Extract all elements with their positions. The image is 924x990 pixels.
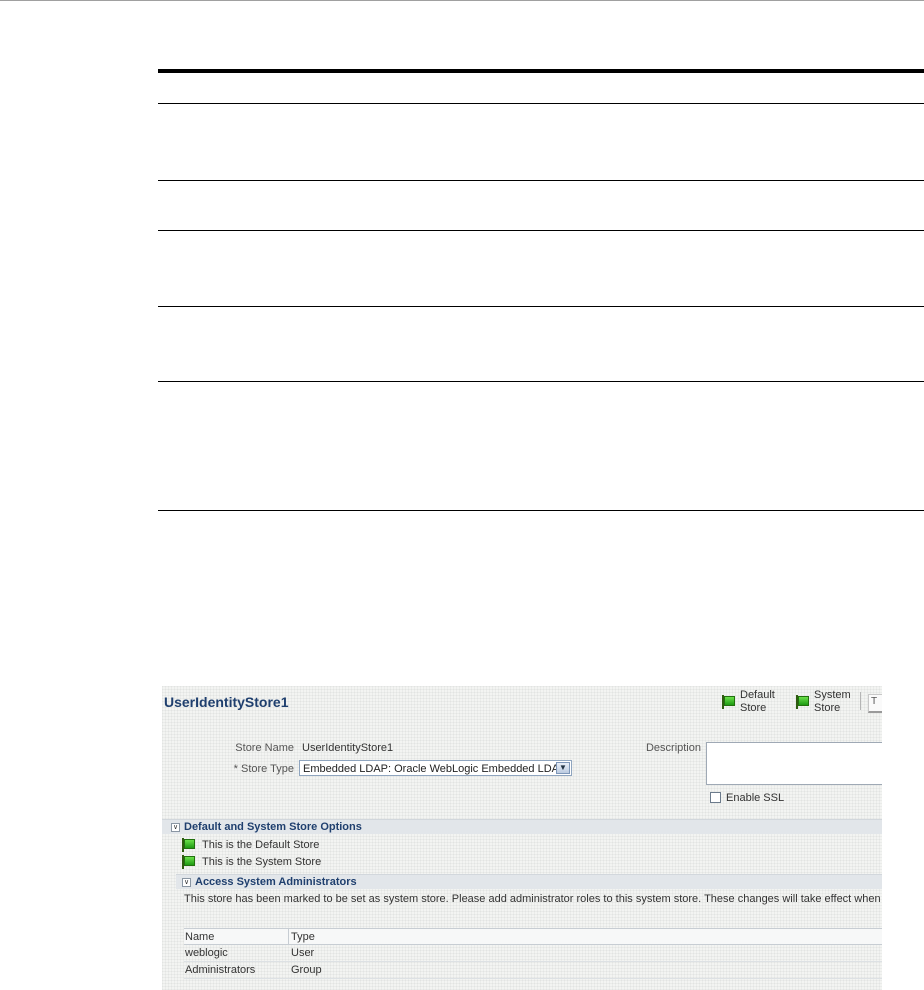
table-row-type-cell: Group — [291, 964, 322, 976]
flag-icon — [182, 838, 195, 852]
table-row-name-cell[interactable]: Administrators — [185, 964, 255, 976]
default-store-label: Default Store — [740, 689, 775, 714]
store-type-label: * Store Type — [233, 763, 294, 775]
identity-store-panel: UserIdentityStore1 Default Store System … — [162, 686, 882, 990]
enable-ssl-checkbox[interactable] — [710, 792, 721, 803]
column-divider — [288, 929, 289, 945]
store-name-value: UserIdentityStore1 — [302, 742, 394, 754]
description-label: Description — [645, 742, 701, 754]
page-top-rule — [0, 0, 924, 1]
system-store-note: This is the System Store — [202, 856, 322, 868]
description-textarea[interactable] — [706, 742, 882, 785]
table-row-divider — [184, 978, 882, 979]
table-row-rule — [158, 103, 924, 104]
default-system-section-title[interactable]: Default and System Store Options — [184, 821, 362, 833]
default-store-note: This is the Default Store — [202, 839, 320, 851]
store-name-label: Store Name — [235, 742, 294, 754]
table-row-rule — [158, 381, 924, 382]
table-row-rule — [158, 306, 924, 307]
toolbar-separator — [860, 692, 861, 710]
flag-icon — [722, 695, 735, 709]
store-type-value: Embedded LDAP: Oracle WebLogic Embedded … — [303, 763, 567, 775]
chevron-down-icon[interactable]: ▼ — [556, 762, 570, 774]
flag-icon — [796, 695, 809, 709]
flag-icon — [182, 855, 195, 869]
disclosure-icon[interactable]: ∨ — [171, 823, 180, 832]
system-store-label: System Store — [814, 689, 851, 714]
panel-header: UserIdentityStore1 Default Store System … — [162, 686, 882, 722]
toolbar-tab-button[interactable]: T — [868, 694, 882, 713]
column-header-name[interactable]: Name — [185, 931, 214, 943]
table-row-rule — [158, 230, 924, 231]
table-bottom-rule — [158, 510, 924, 511]
system-store-button[interactable]: System Store — [796, 689, 854, 715]
table-row-name-cell[interactable]: weblogic — [185, 947, 228, 959]
column-header-type[interactable]: Type — [291, 931, 315, 943]
store-type-select[interactable]: Embedded LDAP: Oracle WebLogic Embedded … — [299, 760, 572, 776]
access-admins-section-title[interactable]: Access System Administrators — [195, 876, 357, 888]
enable-ssl-label: Enable SSL — [726, 792, 785, 804]
store-title: UserIdentityStore1 — [164, 694, 289, 710]
system-store-message: This store has been marked to be set as … — [184, 893, 882, 905]
table-row-rule — [158, 180, 924, 181]
table-row-divider — [184, 961, 882, 962]
disclosure-icon[interactable]: ∨ — [182, 878, 191, 887]
table-header-rule — [158, 69, 924, 73]
table-row-type-cell: User — [291, 947, 315, 959]
table-header: Name Type — [184, 928, 882, 945]
default-store-button[interactable]: Default Store — [722, 689, 780, 715]
